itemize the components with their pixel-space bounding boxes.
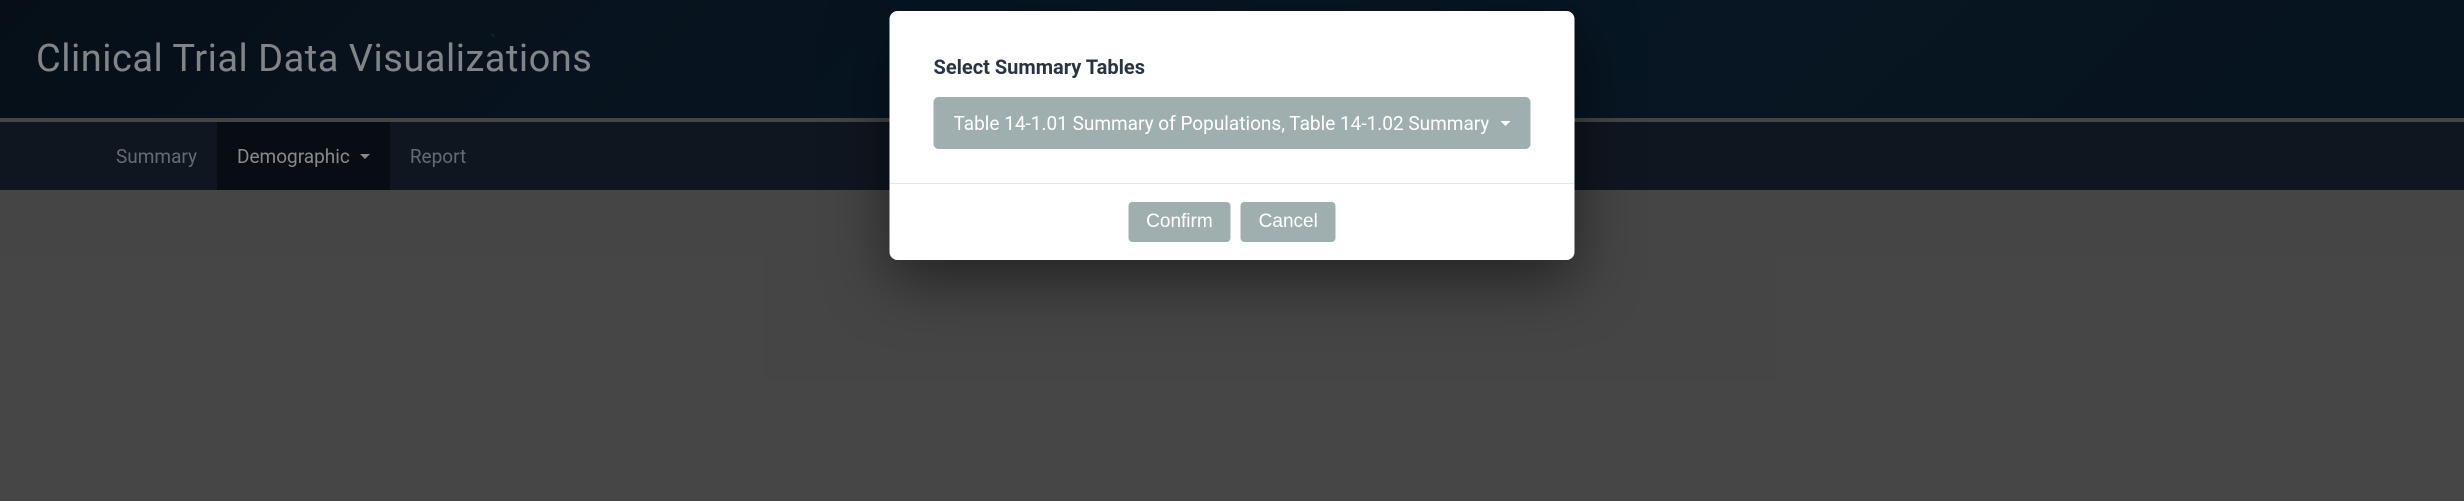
confirm-button[interactable]: Confirm bbox=[1128, 202, 1231, 242]
modal-body: Select Summary Tables Table 14-1.01 Summ… bbox=[890, 11, 1575, 183]
modal-dialog: Select Summary Tables Table 14-1.01 Summ… bbox=[890, 11, 1575, 260]
modal-label: Select Summary Tables bbox=[934, 55, 1531, 79]
page-background: Clinical Trial Data Visualizations Summa… bbox=[0, 0, 2464, 501]
summary-tables-dropdown[interactable]: Table 14-1.01 Summary of Populations, Ta… bbox=[934, 97, 1531, 149]
cancel-button[interactable]: Cancel bbox=[1241, 202, 1336, 242]
dropdown-selected-value: Table 14-1.01 Summary of Populations, Ta… bbox=[954, 112, 1489, 135]
chevron-down-icon bbox=[1501, 121, 1511, 126]
modal-footer: Confirm Cancel bbox=[890, 183, 1575, 260]
